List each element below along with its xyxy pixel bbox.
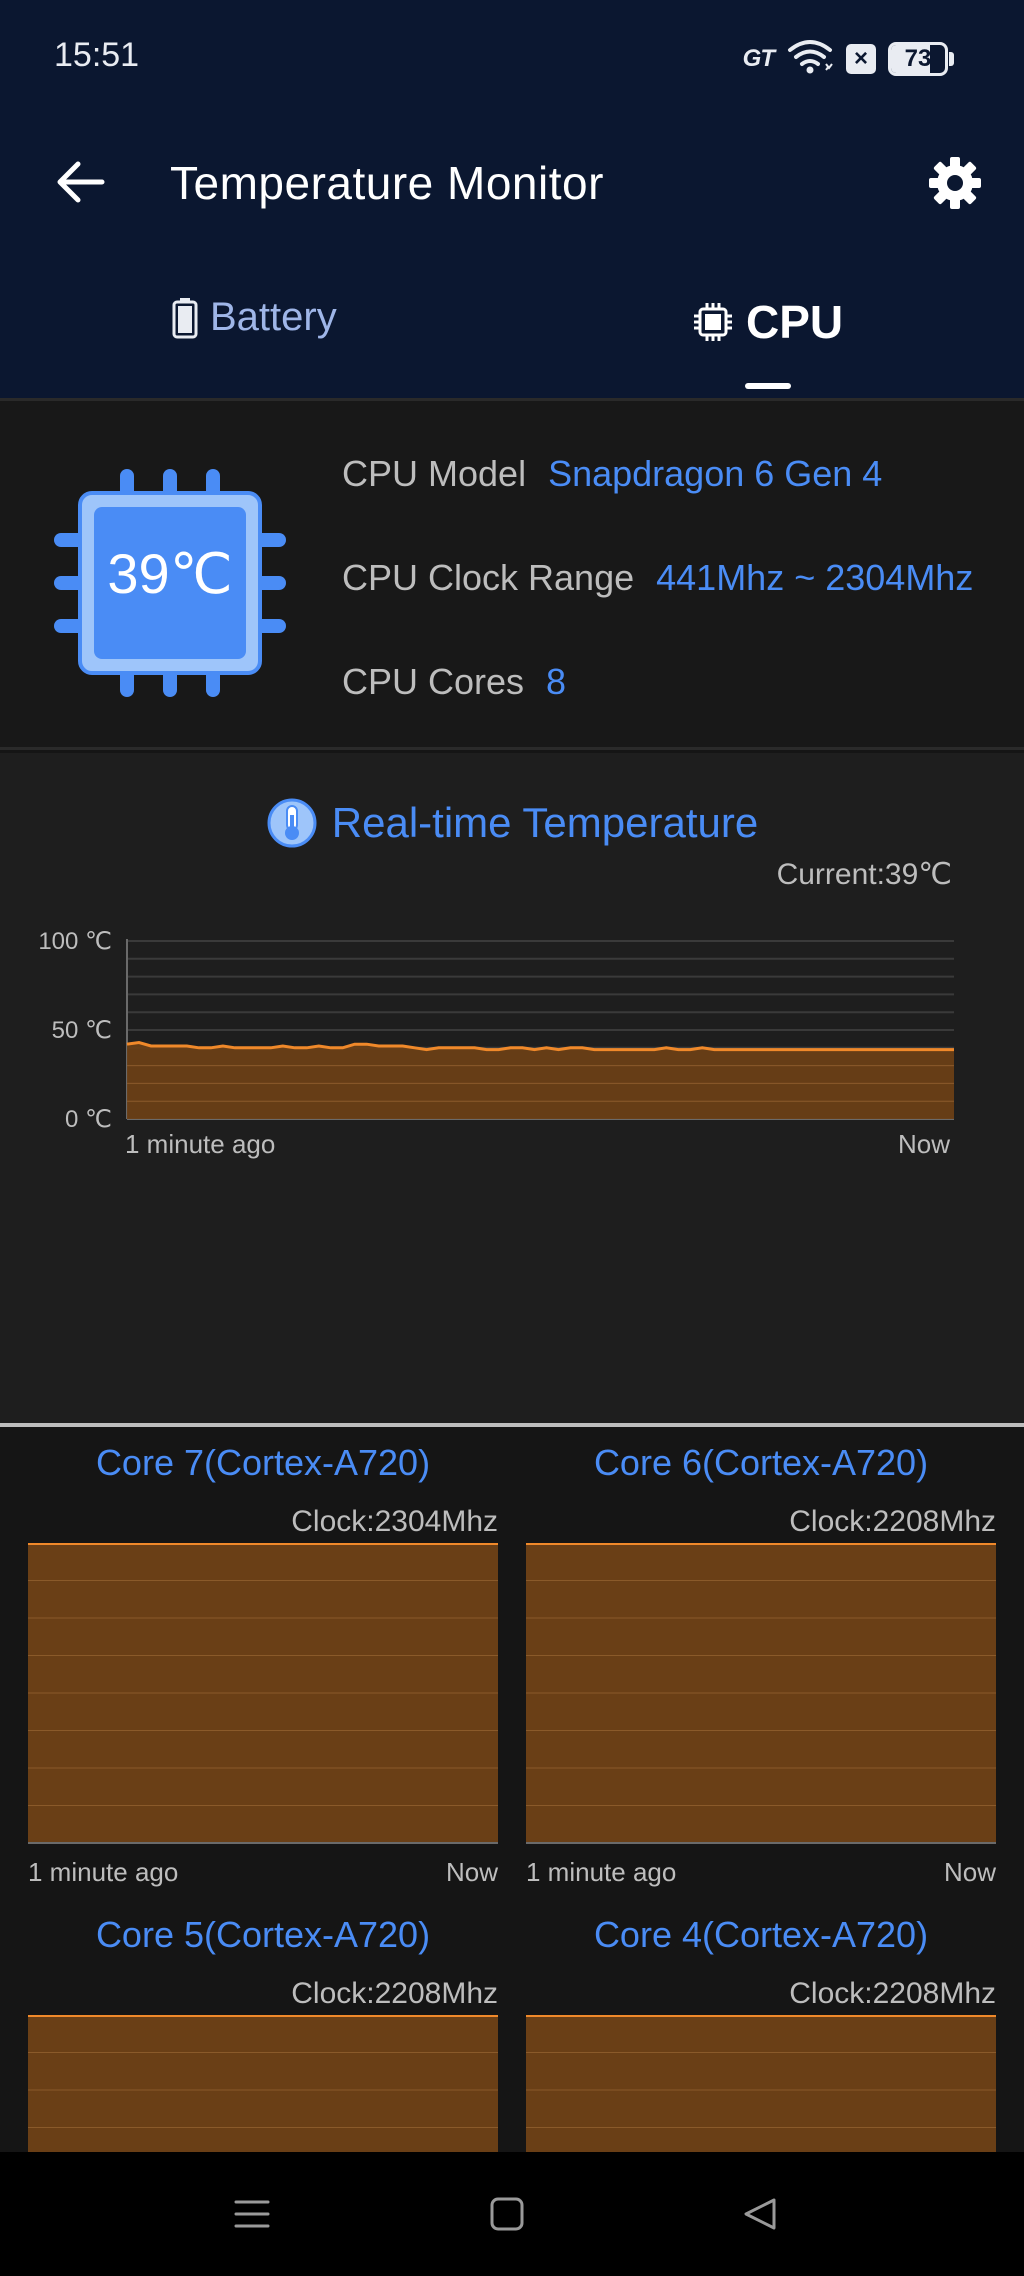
battery-status-icon: 73 (888, 41, 954, 76)
app-header: 15:51 GT × 73 Temperature Monitor Batter… (0, 0, 1024, 398)
x-start-label: 1 minute ago (125, 1129, 275, 1159)
core-title: Core 7(Cortex-A720) (95, 1442, 431, 1483)
core-x-start-label: 1 minute ago (28, 1857, 179, 1887)
chip-icon (694, 303, 732, 341)
settings-button[interactable] (920, 148, 990, 218)
cpu-info-panel: 39℃ CPU Model Snapdragon 6 Gen 4 CPU Clo… (0, 398, 1024, 750)
realtime-title-text: Real-time Temperature (331, 799, 759, 846)
core-x-start-label: 1 minute ago (526, 1857, 677, 1887)
core-chart (28, 2015, 498, 2152)
core-charts-grid: Core 7(Cortex-A720) Clock:2304Mhz 1 minute… (0, 1427, 1024, 2152)
notification-x-icon: × (846, 43, 876, 74)
temperature-chart: 100 ℃ 50 ℃ 0 ℃ 1 minute ago Now (38, 928, 954, 1159)
status-time: 15:51 (54, 36, 140, 74)
core-clock: Clock:2208Mhz (789, 1977, 996, 2010)
cpu-model-label: CPU Model (342, 453, 527, 494)
x-end-label: Now (898, 1129, 950, 1159)
core-clock: Clock:2304Mhz (291, 1505, 498, 1538)
core-card: Core 4(Cortex-A720)Clock:2208Mhz1 minute… (526, 1899, 996, 2152)
nav-home-button[interactable] (467, 2182, 547, 2246)
cpu-clock-label: CPU Clock Range (342, 557, 635, 598)
current-temperature: Current:39℃ (776, 858, 952, 891)
y-tick-label: 100 ℃ (38, 928, 112, 955)
tab-cpu-label: CPU (746, 296, 844, 348)
core-x-end-label: Now (445, 1857, 498, 1887)
tab-cpu[interactable]: CPU (692, 295, 843, 349)
square-icon (490, 2197, 524, 2231)
cpu-cores-value: 8 (546, 661, 567, 702)
selected-tab-indicator (745, 383, 791, 389)
core-clock: Clock:2208Mhz (789, 1505, 996, 1538)
nav-menu-button[interactable] (212, 2182, 292, 2246)
battery-icon (172, 297, 198, 338)
cpu-cores-label: CPU Cores (342, 661, 525, 702)
y-tick-label: 0 ℃ (65, 1106, 112, 1133)
thermometer-icon (267, 798, 317, 848)
core-card: Core 6(Cortex-A720) Clock:2208Mhz 1 minute… (526, 1427, 996, 1907)
temperature-line (126, 1040, 954, 1052)
triangle-back-icon (744, 2198, 776, 2230)
core-card: Core 5(Cortex-A720)Clock:2208Mhz1 minute… (28, 1899, 498, 2152)
core-title: Core 5(Cortex-A720) (95, 1914, 431, 1955)
core-title: Core 4(Cortex-A720) (593, 1914, 929, 1955)
core-chart (526, 2015, 996, 2152)
core-clock: Clock:2208Mhz (291, 1977, 498, 2010)
cpu-model-value: Snapdragon 6 Gen 4 (548, 453, 883, 494)
status-icons: GT × 73 (743, 38, 954, 79)
realtime-temperature-panel: Real-time Temperature Current:39℃ 100 ℃ 5… (0, 753, 1024, 1423)
back-button[interactable] (44, 150, 116, 214)
gt-mode-icon: GT (742, 44, 775, 72)
cpu-clock-row: CPU Clock Range 441Mhz ~ 2304Mhz (342, 557, 973, 599)
core-usage-area (28, 2015, 498, 2152)
temperature-area (127, 1042, 954, 1119)
core-chart (526, 1543, 996, 1844)
realtime-title: Real-time Temperature (0, 797, 1024, 849)
y-tick-label: 50 ℃ (52, 1017, 112, 1044)
page-title: Temperature Monitor (170, 157, 604, 209)
core-chart (28, 1543, 498, 1844)
cpu-temperature: 39℃ (107, 542, 233, 605)
nav-back-button[interactable] (720, 2182, 800, 2246)
wifi-icon (786, 38, 834, 79)
system-nav-bar (0, 2152, 1024, 2276)
cpu-cores-row: CPU Cores 8 (342, 661, 566, 703)
gear-icon (929, 157, 981, 209)
cpu-model-row: CPU Model Snapdragon 6 Gen 4 (342, 453, 882, 495)
tab-battery-label: Battery (210, 295, 337, 339)
core-card: Core 7(Cortex-A720) Clock:2304Mhz 1 minute… (28, 1427, 498, 1907)
core-usage-area (526, 2015, 996, 2152)
core-title: Core 6(Cortex-A720) (593, 1442, 929, 1483)
menu-icon (234, 2200, 270, 2228)
core-x-end-label: Now (943, 1857, 996, 1887)
battery-level: 73 (904, 44, 932, 72)
arrow-left-icon (57, 161, 105, 203)
tab-battery[interactable]: Battery (172, 295, 337, 340)
cpu-clock-value: 441Mhz ~ 2304Mhz (656, 557, 974, 598)
